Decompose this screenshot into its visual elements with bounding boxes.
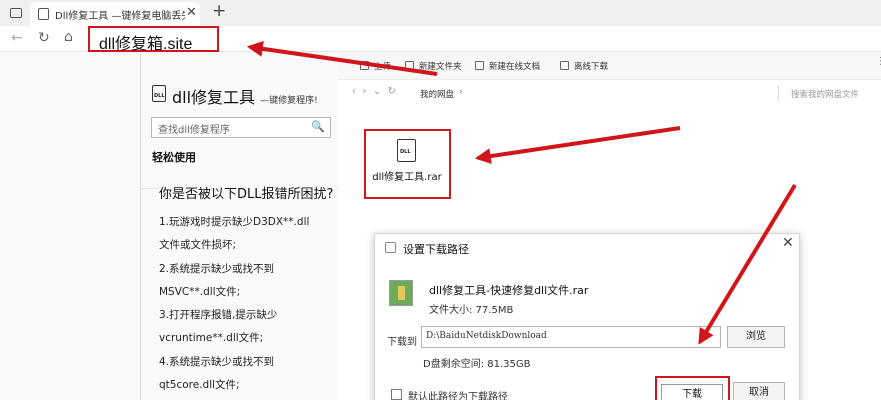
home-icon[interactable]: ⌂: [64, 29, 73, 45]
list-item: 3.打开程序报错,提示缺少: [159, 309, 278, 322]
list-item: 2.系统提示缺少或找不到: [159, 262, 275, 275]
new-folder-button[interactable]: 新建文件夹: [405, 60, 462, 72]
new-doc-button[interactable]: 新建在线文档: [475, 60, 540, 72]
dialog-file-name: dll修复工具-快速修复dll文件.rar: [429, 284, 589, 297]
list-item: vcruntime**.dll文件;: [159, 332, 264, 345]
folder-icon: [405, 61, 414, 70]
dialog-file-size: 文件大小: 77.5MB: [429, 305, 514, 316]
app-icon: [385, 242, 396, 253]
default-path-label: 默认此路径为下载路径: [408, 392, 508, 400]
reload-icon[interactable]: ↻: [38, 30, 50, 46]
upload-icon: [360, 61, 369, 70]
download-dialog: 设置下载路径 ✕ dll修复工具-快速修复dll文件.rar 文件大小: 77.…: [374, 233, 800, 400]
site-title: dll修复工具 —键修复程序!: [172, 84, 318, 108]
site-subtitle: —键修复程序!: [260, 96, 318, 106]
back-arrow-icon[interactable]: ←: [11, 30, 23, 46]
chevron-right-icon: ›: [459, 87, 463, 97]
window-menu-icon[interactable]: [10, 8, 22, 18]
section-heading: 轻松使用: [152, 151, 196, 164]
file-name: dll修复工具.rar: [372, 172, 442, 183]
address-text: dll修复箱.site: [99, 36, 193, 53]
browse-button[interactable]: 浏览: [727, 326, 785, 348]
download-highlight: 下载: [655, 376, 730, 400]
close-icon[interactable]: ✕: [782, 235, 794, 251]
breadcrumb[interactable]: 我的网盘: [420, 88, 454, 100]
download-path-value: D:\BaiduNetdiskDownload: [426, 331, 547, 341]
browser-tab[interactable]: Dll修复工具 —键修复电脑丢失D ✕: [30, 2, 200, 26]
drive-toolbar: 上传 新建文件夹 新建在线文档 离线下载 ⋮: [338, 52, 881, 80]
list-item: 4.系统提示缺少或找不到: [159, 355, 275, 368]
document-icon: [475, 61, 484, 70]
favicon-icon: [38, 8, 49, 20]
path-nav-icons[interactable]: ‹ › ⌄ ↻: [352, 86, 396, 97]
archive-file-icon: [389, 280, 413, 306]
dll-file-icon: DLL: [397, 139, 416, 162]
more-icon[interactable]: ⋮: [876, 56, 881, 67]
file-item[interactable]: DLL dll修复工具.rar: [364, 129, 451, 199]
tab-title: Dll修复工具 —键修复电脑丢失D: [55, 11, 185, 22]
dialog-title: 设置下载路径: [403, 243, 469, 256]
search-icon[interactable]: 🔍: [311, 120, 325, 133]
upload-button[interactable]: 上传: [360, 60, 391, 72]
list-item: qt5core.dll文件;: [159, 379, 240, 392]
search-input[interactable]: 查找dll修复程序 🔍: [151, 117, 331, 138]
divider: [140, 52, 141, 400]
arrow-to-file: [474, 126, 681, 165]
list-item: 文件或文件损坏;: [159, 239, 237, 252]
close-tab-icon[interactable]: ✕: [186, 5, 197, 20]
question-heading: 你是否被以下DLL报错所困扰?: [159, 183, 338, 202]
tab-bar: Dll修复工具 —键修复电脑丢失D ✕ +: [0, 0, 881, 26]
cancel-button[interactable]: 取消: [733, 382, 785, 400]
drive-search-input[interactable]: 搜索我的网盘文件: [778, 85, 881, 102]
search-placeholder: 查找dll修复程序: [158, 125, 230, 136]
list-item: MSVC**.dll文件;: [159, 285, 241, 298]
free-space-text: D盘剩余空间: 81.35GB: [423, 359, 531, 370]
new-tab-icon[interactable]: +: [212, 1, 226, 21]
download-path-input[interactable]: D:\BaiduNetdiskDownload: [421, 326, 721, 348]
site-title-text: dll修复工具: [172, 88, 256, 107]
download-icon: [560, 61, 569, 70]
default-path-checkbox[interactable]: [391, 389, 402, 400]
drive-path-bar: ‹ › ⌄ ↻ 我的网盘 › 搜索我的网盘文件: [338, 80, 881, 106]
drive-search-placeholder: 搜索我的网盘文件: [791, 90, 860, 100]
dll-file-icon: DLL: [152, 85, 166, 102]
download-to-label: 下载到: [387, 337, 417, 348]
browser-toolbar: ← ↻ ⌂ dll修复箱.site: [0, 26, 881, 53]
offline-download-button[interactable]: 离线下载: [560, 60, 608, 72]
list-item: 1.玩游戏时提示缺少D3DX**.dll: [159, 216, 310, 228]
download-button[interactable]: 下载: [661, 384, 723, 400]
issue-list: 1.玩游戏时提示缺少D3DX**.dll 文件或文件损坏; 2.系统提示缺少或找…: [159, 214, 339, 400]
address-bar[interactable]: dll修复箱.site: [88, 26, 219, 53]
